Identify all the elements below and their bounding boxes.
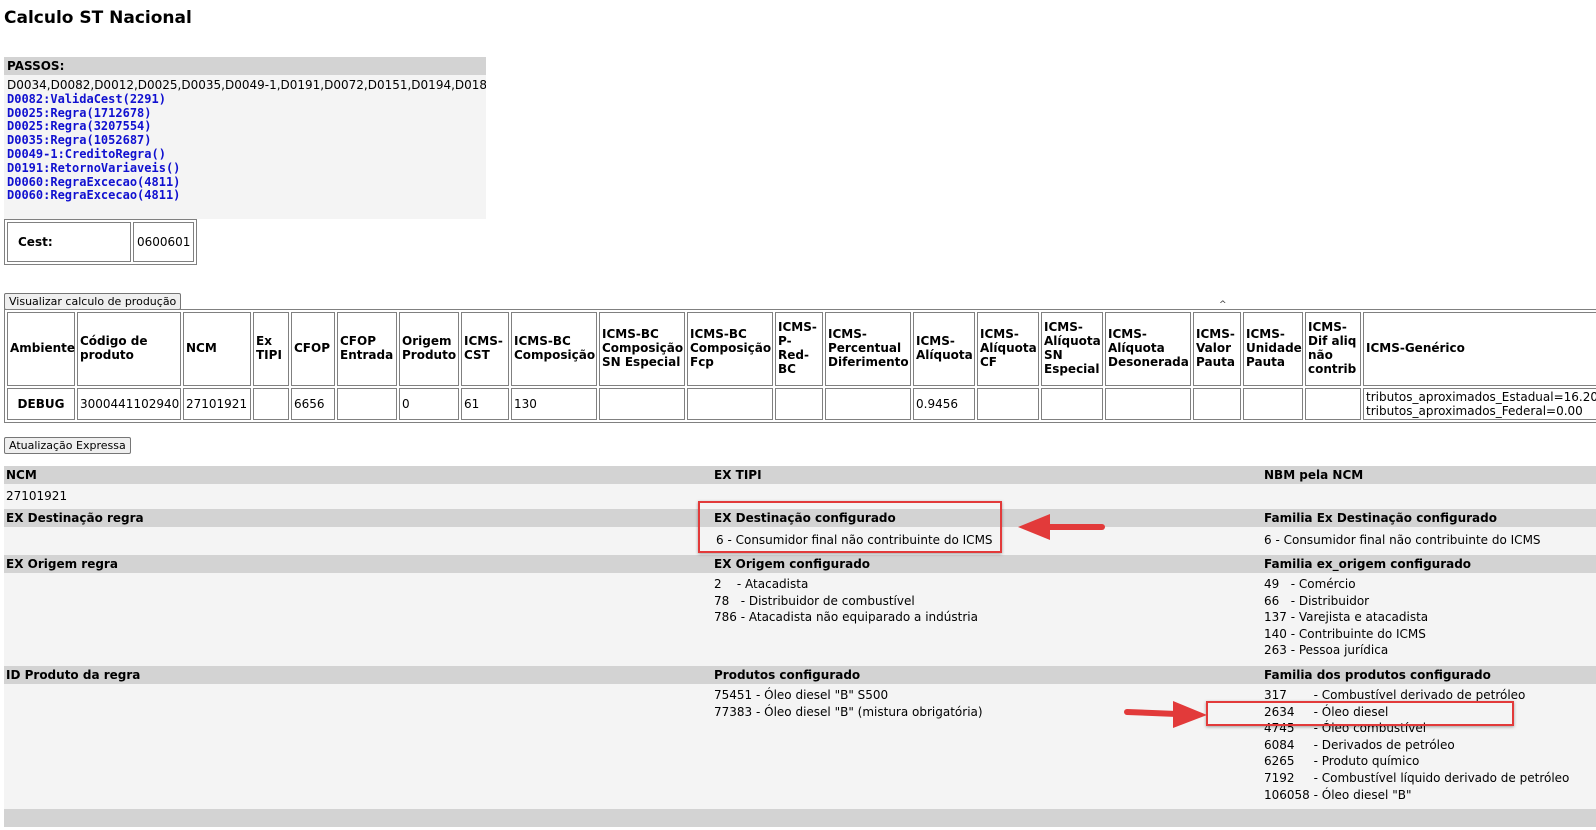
grid-cell [1305,388,1361,420]
grid-column-header: ICMS-BC Composição [511,312,597,386]
section-header: NBM pela NCM [1264,468,1364,482]
section-body-row: 2 - Atacadista 78 - Distribuidor de comb… [4,573,1596,666]
section-value: 75451 - Óleo diesel "B" S500 77383 - Óle… [714,688,983,719]
grid-cell [1193,388,1241,420]
annotation-arrow-icon [1124,701,1207,728]
section-header: EX TIPI [714,468,762,482]
section-header: Familia ex_origem configurado [1264,557,1472,571]
passos-link[interactable]: D0060:RegraExcecao(4811) [7,189,483,203]
grid-cell: DEBUG [7,388,75,420]
annotation-arrow-icon [1018,514,1105,540]
visualizar-calculo-button[interactable]: Visualizar calculo de produção [4,293,182,310]
grid-column-header: Origem Produto [399,312,459,386]
passos-link[interactable]: D0082:ValidaCest(2291) [7,92,483,107]
grid-column-header: ICMS-Dif aliq não contrib [1305,312,1361,386]
grid-column-header: ICMS-Percentual Diferimento [825,312,911,386]
passos-link[interactable]: D0025:Regra(3207554) [7,120,483,134]
section-header-row [4,809,1596,827]
passos-link[interactable]: D0060:RegraExcecao(4811) [7,175,483,190]
section-header-row: EX Origem regra EX Origem configurado Fa… [4,555,1596,573]
grid-column-header: Ambiente [7,312,75,386]
annotation-highlight-box [1206,701,1514,726]
passos-link[interactable]: D0025:Regra(1712678) [7,106,483,121]
grid-column-header: ICMS-Alíquota [913,312,975,386]
passos-panel: PASSOS: D0034,D0082,D0012,D0025,D0035,D0… [4,57,486,219]
grid-column-header: ICMS-BC Composição SN Especial [599,312,685,386]
section-header: EX Origem regra [6,557,118,571]
grid-column-header: Código de produto [77,312,181,386]
section-header: NCM [6,468,37,482]
annotation-highlight-box [698,501,1002,553]
grid-column-header: ICMS-CST [461,312,509,386]
grid-column-header: Ex TIPI [253,312,289,386]
grid-cell: 27101921 [183,388,251,420]
grid-column-header: CFOP Entrada [337,312,397,386]
grid-cell: 0 [399,388,459,420]
cest-table: Cest: 0600601 [4,219,198,265]
section-header: Familia dos produtos configurado [1264,668,1491,682]
grid-column-header: NCM [183,312,251,386]
section-value: 6 - Consumidor final não contribuinte do… [1264,533,1541,547]
grid-cell [775,388,823,420]
passos-link[interactable]: D0049-1:CreditoRegra() [7,147,483,162]
passos-sequence: D0034,D0082,D0012,D0025,D0035,D0049-1,D0… [7,78,486,92]
grid-cell [687,388,773,420]
section-value: 2 - Atacadista 78 - Distribuidor de comb… [714,577,978,625]
grid-cell [337,388,397,420]
result-grid: Ambiente Código de produto NCM Ex TIPI CFOP C… [4,309,1596,423]
section-header: EX Destinação regra [6,511,144,525]
result-grid-container[interactable]: Ambiente Código de produto NCM Ex TIPI CFOP C… [4,309,1596,424]
grid-cell: tributos_aproximados_Estadual=16.20; tri… [1363,388,1596,420]
grid-column-header: ICMS-Genérico [1363,312,1596,386]
grid-column-header: ICMS-Alíquota Desonerada [1105,312,1191,386]
passos-header: PASSOS: [4,57,486,75]
grid-column-header: ICMS-P-Red-BC [775,312,823,386]
grid-column-header: ICMS-Alíquota CF [977,312,1039,386]
section-header: Familia Ex Destinação configurado [1264,511,1497,525]
page-title: Calculo ST Nacional [4,8,192,28]
section-value: 49 - Comércio 66 - Distribuidor 137 - Va… [1264,577,1429,658]
passos-link[interactable]: D0035:Regra(1052687) [7,133,483,148]
grid-cell [825,388,911,420]
grid-cell: 3000441102940 [77,388,181,420]
section-header: Produtos configurado [714,668,861,682]
grid-column-header: CFOP [291,312,335,386]
grid-column-header: ICMS-Alíquota SN Especial [1041,312,1103,386]
grid-cell [977,388,1039,420]
grid-cell [253,388,289,420]
grid-cell: 0.9456 [913,388,975,420]
grid-column-header: ICMS-Unidade Pauta [1243,312,1303,386]
grid-cell [1105,388,1191,420]
grid-cell [599,388,685,420]
grid-cell: 130 [511,388,597,420]
grid-cell: 6656 [291,388,335,420]
section-value: 27101921 [6,489,68,503]
section-header: ID Produto da regra [6,668,141,682]
section-header: EX Origem configurado [714,557,871,571]
grid-column-header: ICMS-Valor Pauta [1193,312,1241,386]
cest-value: 0600601 [133,222,195,262]
atualizacao-expressa-button[interactable]: Atualização Expressa [4,437,131,454]
section-header-row: ID Produto da regra Produtos configurado… [4,666,1596,684]
grid-cell [1041,388,1103,420]
grid-column-header: ICMS-BC Composição Fcp [687,312,773,386]
passos-link[interactable]: D0191:RetornoVariaveis() [7,161,483,176]
grid-cell [1243,388,1303,420]
grid-cell: 61 [461,388,509,420]
cest-label: Cest: [7,222,131,262]
section-header-row: NCM EX TIPI NBM pela NCM [4,466,1596,484]
